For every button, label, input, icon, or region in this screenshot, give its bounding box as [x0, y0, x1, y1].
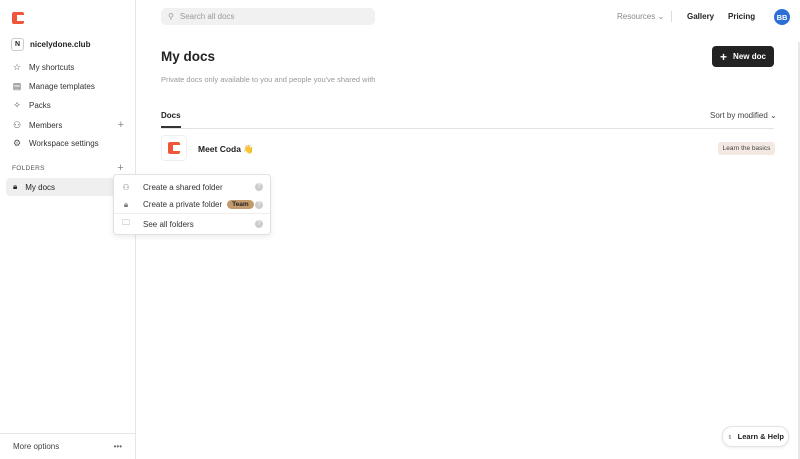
- learn-help-button[interactable]: ♁ Learn & Help: [722, 426, 789, 447]
- page-subtitle: Private docs only available to you and p…: [161, 75, 376, 84]
- sidebar-item-packs[interactable]: ✧ Packs: [12, 100, 124, 111]
- workspace-name: nicelydone.club: [30, 40, 91, 49]
- menu-item-label: See all folders: [143, 219, 194, 229]
- doc-icon[interactable]: [161, 135, 187, 161]
- menu-item-label: Create a private folder: [143, 200, 223, 209]
- add-folder-icon[interactable]: +: [117, 162, 124, 174]
- sidebar-item-members[interactable]: ⚇ Members +: [12, 119, 124, 131]
- workspace-initial: N: [11, 38, 24, 51]
- search-input[interactable]: ⚲ Search all docs: [161, 8, 375, 25]
- menu-item-private-folder[interactable]: 🔒︎ Create a private folder Team?: [114, 196, 270, 214]
- sidebar-item-my-docs[interactable]: 🔒︎ My docs: [6, 178, 116, 196]
- tab-docs[interactable]: Docs: [161, 111, 181, 128]
- chevron-down-icon: ⌄: [770, 111, 777, 120]
- resources-label: Resources: [617, 12, 656, 21]
- members-icon: ⚇: [12, 119, 22, 130]
- members-icon: ⚇: [122, 182, 130, 192]
- help-icon[interactable]: ?: [255, 220, 263, 228]
- more-icon: •••: [113, 442, 122, 451]
- folder-menu: ⚇ Create a shared folder? 🔒︎ Create a priv…: [113, 174, 271, 235]
- more-options-button[interactable]: More options •••: [0, 433, 135, 459]
- lightbulb-icon: ♁: [727, 432, 733, 441]
- divider: [671, 11, 672, 22]
- learn-help-label: Learn & Help: [737, 432, 784, 441]
- resources-menu[interactable]: Resources ⌄: [617, 12, 664, 21]
- menu-item-shared-folder[interactable]: ⚇ Create a shared folder?: [114, 178, 270, 196]
- star-icon: ☆: [12, 62, 22, 72]
- chevron-down-icon: ⌄: [657, 12, 665, 21]
- team-badge: Team: [227, 200, 254, 209]
- doc-title[interactable]: Meet Coda 👋: [198, 144, 254, 155]
- sidebar-item-label: Workspace settings: [29, 139, 99, 148]
- divider: [161, 128, 774, 129]
- sort-label: Sort by modified: [710, 111, 768, 120]
- lock-icon: 🔒︎: [123, 199, 129, 209]
- sidebar-item-label: My docs: [25, 182, 56, 192]
- learn-basics-button[interactable]: Learn the basics: [718, 142, 775, 155]
- coda-doc-icon: [168, 142, 180, 154]
- plus-icon: +: [720, 49, 728, 64]
- folders-label: FOLDERS: [12, 165, 45, 172]
- workspace-switcher[interactable]: Nnicelydone.club: [11, 38, 90, 51]
- new-doc-button[interactable]: + New doc: [712, 46, 774, 67]
- new-doc-label: New doc: [733, 52, 766, 61]
- coda-logo[interactable]: [12, 12, 24, 24]
- menu-item-label: Create a shared folder: [143, 182, 223, 192]
- page-title: My docs: [161, 49, 216, 64]
- sidebar-item-templates[interactable]: ▤ Manage templates: [12, 81, 124, 92]
- search-icon: ⚲: [168, 12, 174, 21]
- sort-dropdown[interactable]: Sort by modified ⌄: [710, 111, 777, 120]
- sidebar-item-label: My shortcuts: [29, 63, 75, 72]
- more-options-label: More options: [13, 442, 60, 451]
- folders-header: FOLDERS +: [12, 162, 124, 174]
- sidebar-item-label: Manage templates: [29, 82, 95, 91]
- menu-item-see-all-folders[interactable]: 🗀 See all folders?: [114, 215, 270, 233]
- sidebar-item-label: Members: [29, 120, 63, 130]
- sidebar-item-label: Packs: [29, 101, 51, 110]
- sidebar-item-settings[interactable]: ⚙ Workspace settings: [12, 138, 124, 149]
- search-placeholder: Search all docs: [179, 12, 235, 21]
- gallery-link[interactable]: Gallery: [687, 12, 714, 21]
- lock-icon: 🔒︎: [13, 182, 18, 191]
- folder-icon: 🗀: [122, 218, 130, 227]
- help-icon[interactable]: ?: [255, 200, 263, 209]
- add-member-icon[interactable]: +: [118, 119, 124, 131]
- gear-icon: ⚙: [12, 138, 22, 148]
- template-icon: ▤: [12, 81, 22, 91]
- avatar[interactable]: BB: [774, 9, 790, 25]
- help-icon[interactable]: ?: [255, 183, 263, 191]
- sidebar-item-shortcuts[interactable]: ☆ My shortcuts: [12, 62, 124, 73]
- pricing-link[interactable]: Pricing: [728, 12, 755, 21]
- puzzle-icon: ✧: [13, 100, 21, 110]
